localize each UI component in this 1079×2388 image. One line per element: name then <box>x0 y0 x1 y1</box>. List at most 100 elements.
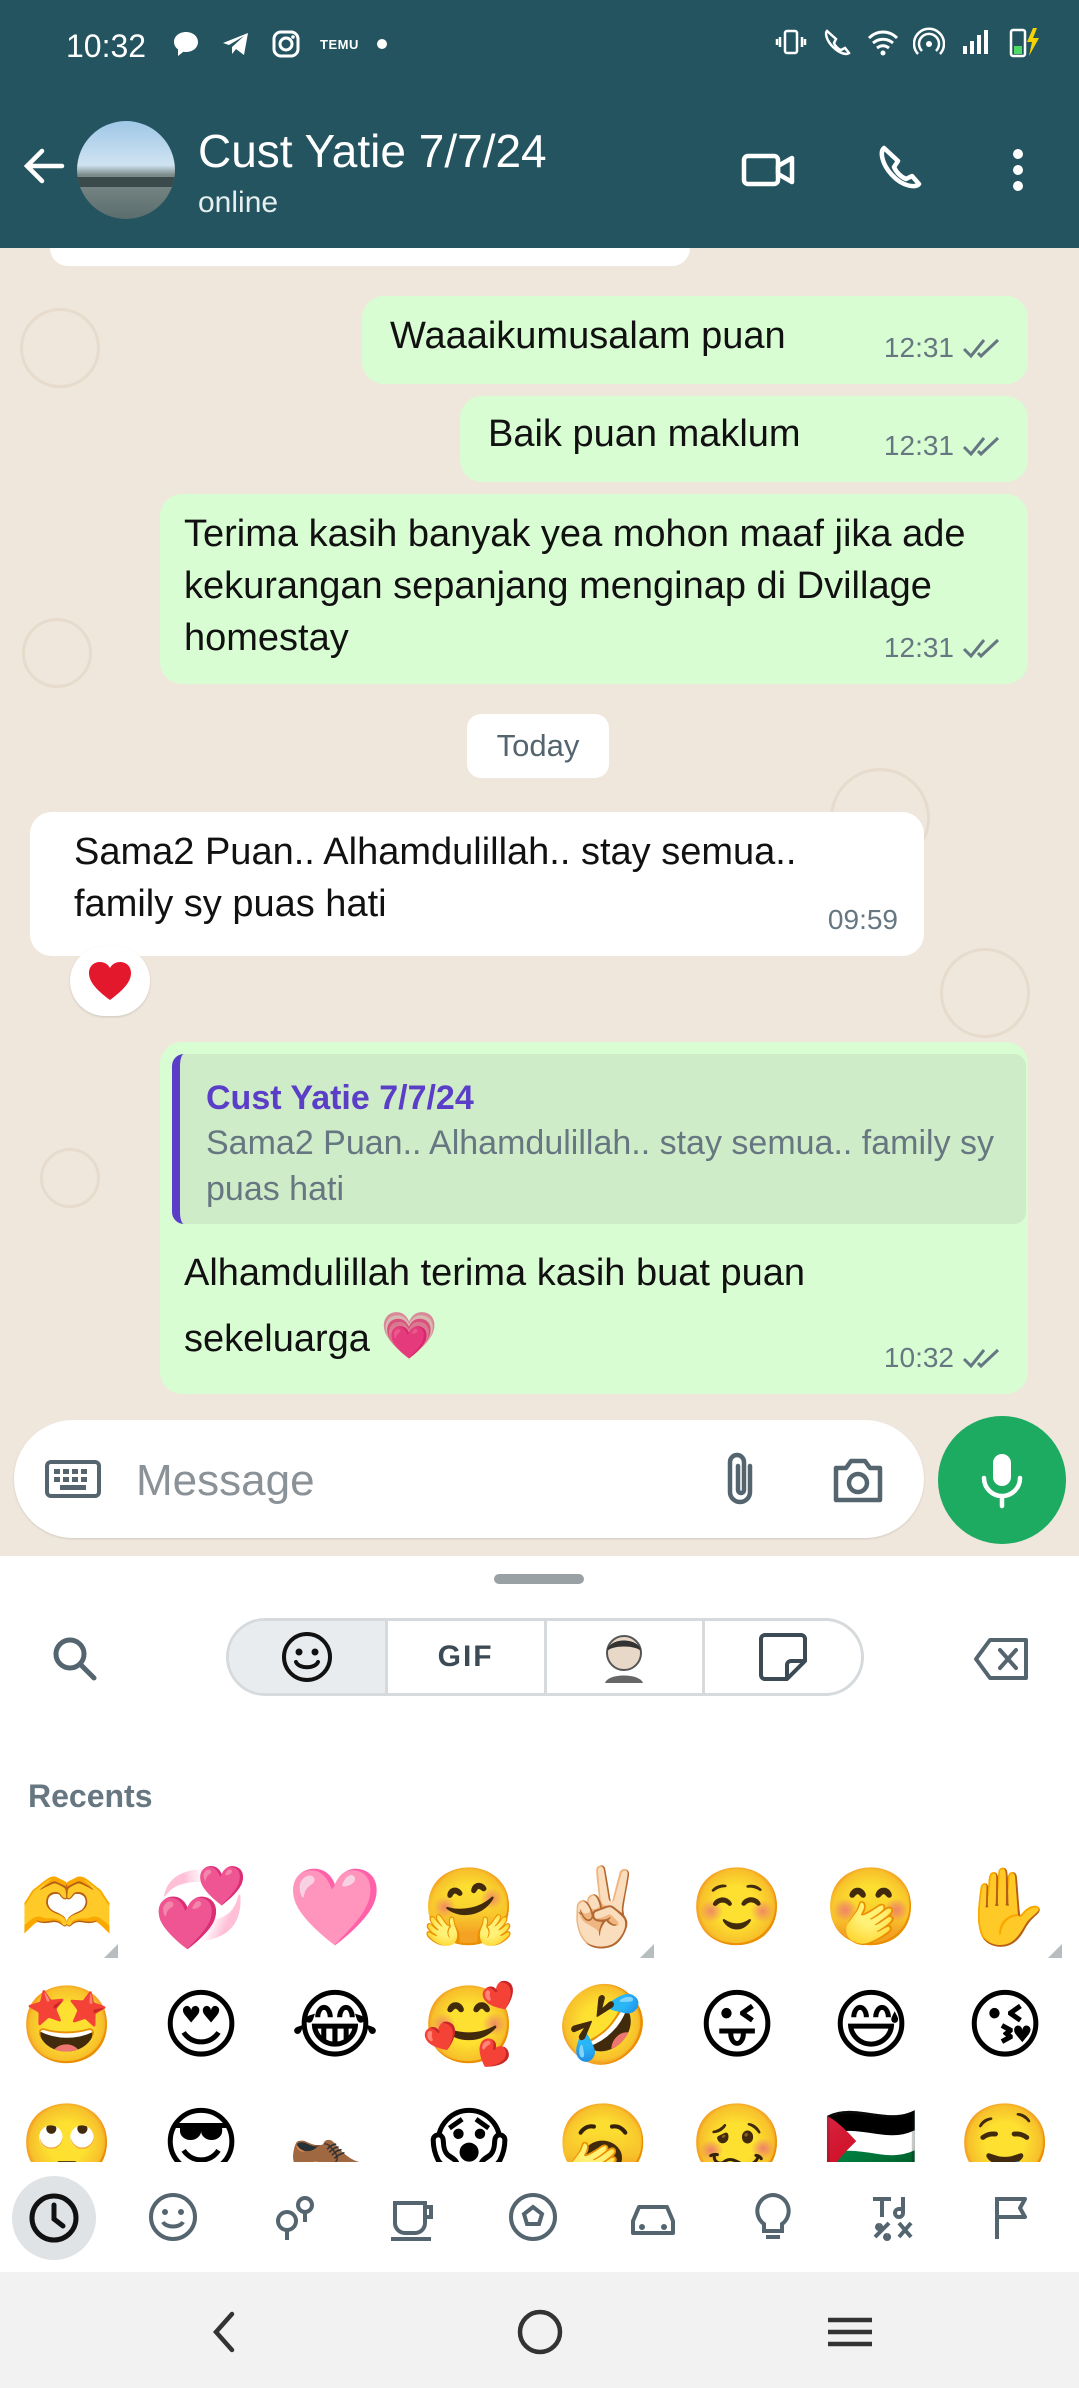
message-text: Sama2 Puan.. Alhamdulillah.. stay semua.… <box>74 831 797 925</box>
skin-tone-indicator <box>104 1944 118 1958</box>
emoji-star-struck[interactable]: 🤩 <box>0 1970 134 2080</box>
notification-icons: TEMU <box>170 28 387 60</box>
contact-name[interactable]: Cust Yatie 7/7/24 <box>198 124 547 178</box>
previous-bubble-edge <box>50 248 690 266</box>
emoji-heart-eyes[interactable]: 😍 <box>134 1970 268 2080</box>
panel-drag-handle[interactable] <box>494 1574 584 1584</box>
outgoing-message[interactable]: Baik puan maklum 12:31 <box>460 396 1028 482</box>
smiley-icon <box>281 1632 332 1682</box>
message-reaction[interactable] <box>70 946 150 1016</box>
red-heart-icon <box>89 962 131 1000</box>
message-input[interactable]: Message <box>136 1456 315 1506</box>
category-flags[interactable] <box>982 2186 1044 2248</box>
instagram-icon <box>272 30 300 58</box>
pink-heart-emoji: 💗 <box>380 1308 438 1362</box>
message-text: Waaaikumusalam puan <box>390 315 786 357</box>
emoji-hugging-face[interactable]: 🤗 <box>402 1852 536 1962</box>
category-objects[interactable] <box>742 2186 804 2248</box>
message-text-wrap: Alhamdulillah terima kasih buat puan sek… <box>184 1242 924 1370</box>
quoted-message[interactable]: Cust Yatie 7/7/24 Sama2 Puan.. Alhamduli… <box>172 1054 1026 1224</box>
category-symbols[interactable] <box>862 2186 924 2248</box>
vibrate-icon <box>775 29 807 55</box>
message-meta: 10:32 <box>884 1332 1008 1384</box>
voice-record-button[interactable] <box>938 1416 1066 1544</box>
emoji-smiling-hearts[interactable]: 🥰 <box>402 1970 536 2080</box>
video-call-icon[interactable] <box>738 140 798 200</box>
search-icon[interactable] <box>46 1630 106 1690</box>
emoji-smiling-face[interactable]: ☺️ <box>670 1852 804 1962</box>
emoji-type-tabs: GIF <box>226 1618 864 1696</box>
attach-icon[interactable] <box>714 1450 770 1510</box>
category-animals[interactable] <box>262 2186 324 2248</box>
emoji-yawning[interactable]: 🥱 <box>536 2088 670 2162</box>
status-time: 10:32 <box>66 28 147 64</box>
emoji-hand-over-mouth[interactable]: 🤭 <box>804 1852 938 1962</box>
category-food[interactable] <box>382 2186 444 2248</box>
read-ticks-icon <box>962 1348 1000 1369</box>
more-options-icon[interactable] <box>988 140 1048 200</box>
emoji-pink-heart[interactable]: 🩷 <box>268 1852 402 1962</box>
voice-call-icon[interactable] <box>870 140 930 200</box>
keyboard-icon[interactable] <box>44 1454 102 1504</box>
nav-recents-icon[interactable] <box>820 2302 880 2362</box>
message-time: 12:31 <box>883 332 954 363</box>
back-arrow-icon[interactable] <box>18 140 70 192</box>
emoji-rolling-eyes[interactable]: 🙄 <box>0 2088 134 2162</box>
recents-heading: Recents <box>28 1778 153 1814</box>
emoji-woozy[interactable]: 🥴 <box>670 2088 804 2162</box>
car-icon <box>631 2205 675 2235</box>
lightbulb-icon <box>755 2192 791 2239</box>
coffee-icon <box>391 2201 433 2241</box>
read-ticks-icon <box>962 436 1000 457</box>
tab-emoji[interactable] <box>229 1621 388 1693</box>
category-recents[interactable] <box>12 2176 96 2260</box>
quoted-sender-name: Cust Yatie 7/7/24 <box>206 1079 474 1117</box>
signal-icon <box>963 30 988 54</box>
outgoing-message[interactable]: Waaaikumusalam puan 12:31 <box>362 296 1028 384</box>
emoji-screaming[interactable]: 😱 <box>402 2088 536 2162</box>
contact-status: online <box>198 186 279 219</box>
emoji-tears-of-joy[interactable]: 😂 <box>268 1970 402 2080</box>
tab-avatar[interactable] <box>547 1621 706 1693</box>
emoji-rolling-laughing[interactable]: 🤣 <box>536 1970 670 2080</box>
emoji-shoe[interactable]: 👞 <box>268 2088 402 2162</box>
incoming-message[interactable]: Sama2 Puan.. Alhamdulillah.. stay semua.… <box>30 812 924 956</box>
camera-icon[interactable] <box>828 1452 888 1508</box>
contact-avatar[interactable] <box>77 121 175 219</box>
emoji-category-bar <box>0 2162 1079 2272</box>
tab-gif[interactable]: GIF <box>388 1621 547 1693</box>
sticker-icon <box>759 1633 808 1681</box>
message-time: 09:59 <box>827 904 898 935</box>
message-meta: 12:31 <box>884 322 1008 374</box>
nav-back-icon[interactable] <box>196 2302 256 2362</box>
more-notifications-dot <box>376 39 387 49</box>
emoji-panel: GIF Recents 🫶 💞 🩷 🤗 ✌🏻 ☺️ 🤭 ✋ 🤩 😍 😂 🥰 🤣 … <box>0 1556 1079 2272</box>
emoji-revolving-hearts[interactable]: 💞 <box>134 1852 268 1962</box>
message-meta: 12:31 <box>884 420 1008 472</box>
emoji-palestine-flag[interactable]: 🇵🇸 <box>804 2088 938 2162</box>
emoji-grinning-sweat[interactable]: 😅 <box>804 1970 938 2080</box>
nav-home-icon[interactable] <box>510 2302 570 2362</box>
message-composer: Message <box>14 1420 924 1538</box>
tab-stickers[interactable] <box>705 1621 861 1693</box>
recent-emoji-grid: 🫶 💞 🩷 🤗 ✌🏻 ☺️ 🤭 ✋ 🤩 😍 😂 🥰 🤣 😜 😅 😘 🙄 😎 👞 … <box>0 1852 1079 2162</box>
category-activities[interactable] <box>502 2186 564 2248</box>
outgoing-message[interactable]: Terima kasih banyak yea mohon maaf jika … <box>160 494 1028 684</box>
emoji-winking-tongue[interactable]: 😜 <box>670 1970 804 2080</box>
message-text: Baik puan maklum <box>488 413 801 455</box>
category-travel[interactable] <box>622 2186 684 2248</box>
telegram-icon <box>223 33 248 55</box>
message-time: 12:31 <box>883 632 954 663</box>
soccer-ball-icon <box>509 2193 557 2241</box>
backspace-icon[interactable] <box>972 1634 1032 1684</box>
read-ticks-icon <box>962 338 1000 359</box>
system-icons <box>775 26 1045 58</box>
emoji-sunglasses[interactable]: 😎 <box>134 2088 268 2162</box>
category-smileys[interactable] <box>142 2186 204 2248</box>
outgoing-reply-message[interactable]: Cust Yatie 7/7/24 Sama2 Puan.. Alhamduli… <box>160 1042 1028 1394</box>
status-bar: 10:32 TEMU <box>0 0 1079 96</box>
emoji-drooling[interactable]: 🤤 <box>938 2088 1072 2162</box>
wifi-call-icon <box>824 29 851 56</box>
emoji-blowing-kiss[interactable]: 😘 <box>938 1970 1072 2080</box>
flag-icon <box>995 2197 1027 2239</box>
